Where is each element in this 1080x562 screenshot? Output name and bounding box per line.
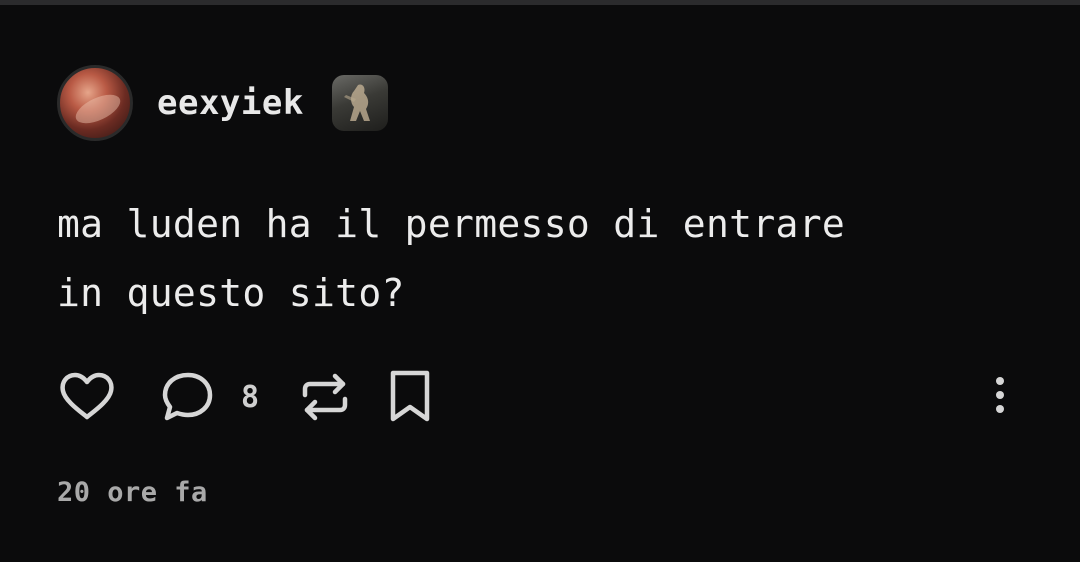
bookmark-icon [387,367,435,427]
post-text: ma luden ha il permesso di entrare in qu… [57,190,1017,328]
post-header: eexyiek [57,63,388,143]
post-card: eexyiek ma luden ha il permesso di entra… [0,5,1080,562]
repost-button[interactable] [295,367,355,427]
bookmark-button[interactable] [387,367,435,427]
avatar[interactable] [57,65,133,141]
action-bar: 8 [57,367,1027,427]
more-options-button[interactable] [982,367,1018,427]
like-button[interactable] [57,367,117,427]
comment-button[interactable]: 8 [157,367,259,427]
heart-icon [57,367,117,427]
comment-bubble-icon [157,367,217,427]
username[interactable]: eexyiek [157,83,304,123]
post-text-line: in questo sito? [57,271,405,315]
post-timestamp: 20 ore fa [57,477,208,508]
comment-count: 8 [241,379,260,415]
repost-icon [295,367,355,427]
profile-badge-image [331,75,388,131]
more-vertical-icon [982,367,1018,427]
post-text-line: ma luden ha il permesso di entrare [57,202,846,246]
